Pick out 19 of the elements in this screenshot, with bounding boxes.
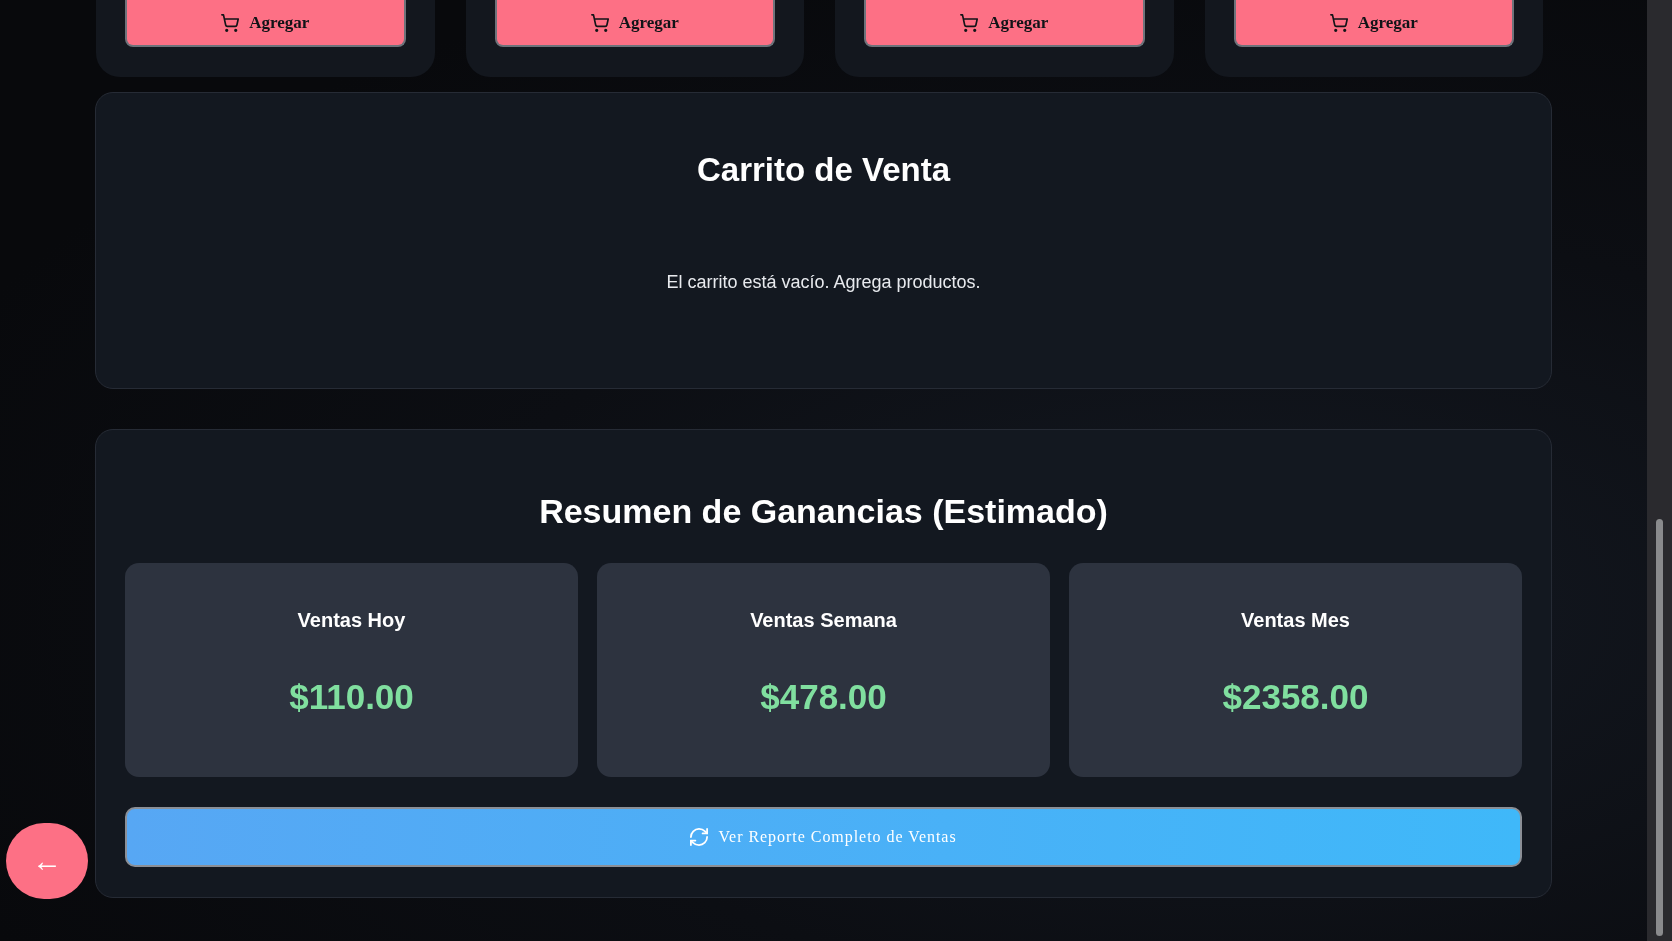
add-button[interactable]: Agregar [864,0,1145,47]
cart-icon [221,13,240,32]
stat-value: $2358.00 [1222,676,1369,718]
add-button[interactable]: Agregar [1233,0,1514,47]
empty-cart-message: El carrito está vacío. Agrega productos. [666,271,981,294]
stat-label: Ventas Mes [1241,608,1350,633]
scrollbar-thumb[interactable] [1656,519,1663,936]
stat-label: Ventas Hoy [297,608,406,633]
cart-icon [960,13,979,32]
add-button[interactable]: Agregar [125,0,406,47]
cart-icon [590,13,609,32]
cart-title: Carrito de Venta [696,150,951,190]
refresh-icon [690,828,709,846]
stat-label: Ventas Semana [750,608,897,633]
add-button[interactable]: Agregar [494,0,775,47]
stat-value: $110.00 [289,676,414,718]
cart-icon [1329,13,1348,32]
stat-value: $478.00 [760,676,887,718]
summary-title: Resumen de Ganancias (Estimado) [539,491,1108,532]
